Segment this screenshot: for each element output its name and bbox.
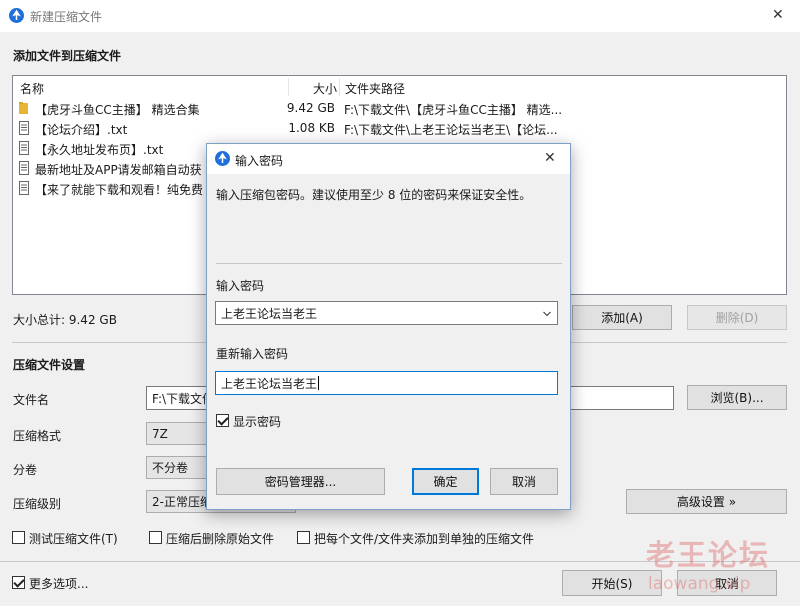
dialog-description: 输入压缩包密码。建议使用至少 8 位的密码来保证安全性。 bbox=[216, 188, 532, 202]
separate-archive-label[interactable]: 把每个文件/文件夹添加到单独的压缩文件 bbox=[314, 530, 534, 547]
password-label: 输入密码 bbox=[216, 279, 265, 293]
ok-button[interactable]: 确定 bbox=[412, 468, 479, 495]
delete-button[interactable]: 删除(D) bbox=[687, 305, 787, 330]
level-label: 压缩级别 bbox=[13, 497, 62, 511]
filename-label: 文件名 bbox=[13, 393, 50, 407]
delete-after-checkbox[interactable] bbox=[149, 531, 162, 544]
file-icon bbox=[19, 161, 29, 175]
reenter-value: 上老王论坛当老王 bbox=[221, 376, 318, 391]
list-header: 名称 大小 文件夹路径 bbox=[13, 76, 786, 98]
close-icon[interactable]: ✕ bbox=[772, 7, 784, 23]
app-logo-icon bbox=[215, 151, 230, 166]
folder-icon bbox=[19, 102, 28, 114]
password-value: 上老王论坛当老王 bbox=[221, 306, 318, 321]
header-divider bbox=[339, 78, 340, 96]
total-size: 大小总计: 9.42 GB bbox=[13, 313, 117, 327]
password-manager-button[interactable]: 密码管理器... bbox=[216, 468, 385, 495]
table-row[interactable]: 【论坛介绍】.txt 1.08 KB F:\下载文件\上老王论坛当老王\【论坛.… bbox=[13, 118, 786, 138]
header-path[interactable]: 文件夹路径 bbox=[345, 80, 405, 97]
add-button[interactable]: 添加(A) bbox=[572, 305, 672, 330]
row-path: F:\下载文件\【虎牙斗鱼CC主播】 精选... bbox=[344, 103, 563, 117]
test-checkbox-label[interactable]: 测试压缩文件(T) bbox=[29, 530, 118, 547]
close-icon[interactable]: ✕ bbox=[544, 150, 556, 166]
row-name: 【虎牙斗鱼CC主播】 精选合集 bbox=[35, 103, 200, 117]
watermark-title: 老王论坛 bbox=[646, 538, 771, 572]
header-size[interactable]: 大小 bbox=[313, 80, 337, 97]
reenter-label: 重新输入密码 bbox=[216, 347, 289, 361]
reenter-password-input[interactable]: 上老王论坛当老王 bbox=[215, 371, 558, 395]
delete-after-label[interactable]: 压缩后删除原始文件 bbox=[166, 530, 274, 547]
browse-button[interactable]: 浏览(B)... bbox=[687, 385, 787, 410]
show-password-label[interactable]: 显示密码 bbox=[233, 413, 281, 430]
more-options-label[interactable]: 更多选项... bbox=[29, 575, 88, 592]
split-label: 分卷 bbox=[13, 463, 38, 477]
watermark-url: laowang.vip bbox=[648, 574, 751, 594]
row-size: 9.42 GB bbox=[286, 101, 335, 115]
separate-archive-checkbox[interactable] bbox=[297, 531, 310, 544]
title-bar: 新建压缩文件 ✕ bbox=[0, 0, 800, 32]
file-icon bbox=[19, 141, 29, 155]
file-icon bbox=[19, 181, 29, 195]
table-row[interactable]: 【虎牙斗鱼CC主播】 精选合集 9.42 GB F:\下载文件\【虎牙斗鱼CC主… bbox=[13, 98, 786, 118]
row-size: 1.08 KB bbox=[288, 121, 335, 135]
password-dialog: 输入密码 ✕ 输入压缩包密码。建议使用至少 8 位的密码来保证安全性。 输入密码… bbox=[206, 143, 571, 510]
section-add-heading: 添加文件到压缩文件 bbox=[13, 49, 122, 63]
section-settings-heading: 压缩文件设置 bbox=[13, 358, 86, 372]
password-input[interactable]: 上老王论坛当老王 bbox=[215, 301, 558, 325]
app-logo-icon bbox=[9, 8, 24, 23]
row-path: F:\下载文件\上老王论坛当老王\【论坛... bbox=[344, 123, 558, 137]
divider bbox=[216, 263, 562, 264]
test-checkbox[interactable] bbox=[12, 531, 25, 544]
dialog-title: 输入密码 bbox=[235, 154, 284, 168]
dialog-cancel-button[interactable]: 取消 bbox=[490, 468, 558, 495]
window-title: 新建压缩文件 bbox=[30, 10, 103, 24]
row-name: 【论坛介绍】.txt bbox=[35, 123, 128, 137]
dialog-title-bar: 输入密码 ✕ bbox=[207, 144, 570, 174]
text-cursor bbox=[318, 376, 320, 390]
format-label: 压缩格式 bbox=[13, 429, 62, 443]
more-options-checkbox[interactable] bbox=[12, 576, 25, 589]
chevron-down-icon[interactable] bbox=[543, 310, 551, 318]
header-name[interactable]: 名称 bbox=[20, 80, 44, 97]
show-password-checkbox[interactable] bbox=[216, 414, 229, 427]
advanced-settings-button[interactable]: 高级设置 » bbox=[626, 489, 787, 514]
file-icon bbox=[19, 121, 29, 135]
watermark: 老王论坛 laowang.vip bbox=[646, 532, 786, 602]
header-divider bbox=[288, 78, 289, 96]
